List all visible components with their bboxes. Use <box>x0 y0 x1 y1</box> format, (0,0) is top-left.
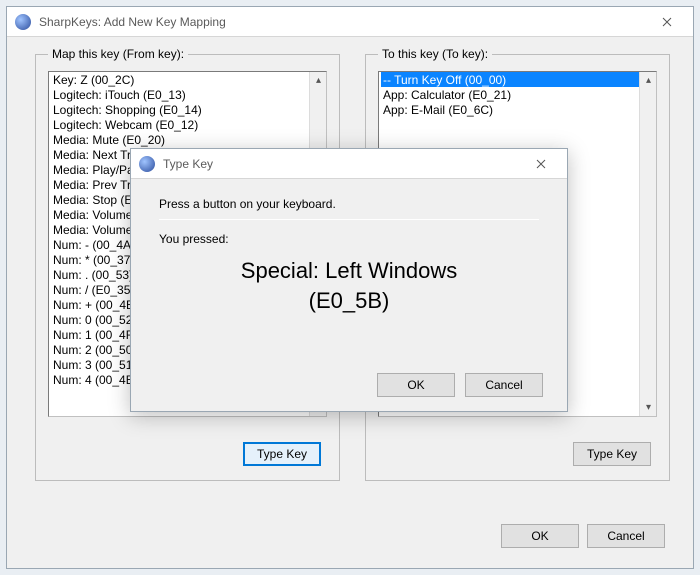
pressed-line1: Special: Left Windows <box>159 256 539 286</box>
close-icon[interactable] <box>518 149 563 179</box>
from-type-key-button[interactable]: Type Key <box>243 442 321 466</box>
list-item[interactable]: Key: Z (00_2C) <box>51 72 309 87</box>
to-type-key-button[interactable]: Type Key <box>573 442 651 466</box>
divider <box>159 219 539 220</box>
scrollbar[interactable]: ▴ ▾ <box>639 72 656 416</box>
ok-button[interactable]: OK <box>501 524 579 548</box>
modal-cancel-button[interactable]: Cancel <box>465 373 543 397</box>
from-group-label: Map this key (From key): <box>48 47 188 61</box>
list-item[interactable]: App: Calculator (E0_21) <box>381 87 639 102</box>
list-item[interactable]: Logitech: Shopping (E0_14) <box>51 102 309 117</box>
list-item[interactable]: App: E-Mail (E0_6C) <box>381 102 639 117</box>
list-item[interactable]: Logitech: Webcam (E0_12) <box>51 117 309 132</box>
modal-titlebar[interactable]: Type Key <box>131 149 567 179</box>
modal-buttons: OK Cancel <box>377 373 543 397</box>
pressed-key-display: Special: Left Windows (E0_5B) <box>159 256 539 316</box>
list-item[interactable]: -- Turn Key Off (00_00) <box>381 72 639 87</box>
scroll-up-icon[interactable]: ▴ <box>310 72 327 89</box>
main-titlebar[interactable]: SharpKeys: Add New Key Mapping <box>7 7 693 37</box>
to-group-label: To this key (To key): <box>378 47 492 61</box>
app-icon <box>139 156 155 172</box>
pressed-line2: (E0_5B) <box>159 286 539 316</box>
scroll-down-icon[interactable]: ▾ <box>640 399 657 416</box>
modal-body: Press a button on your keyboard. You pre… <box>131 179 567 411</box>
pressed-label: You pressed: <box>159 232 539 246</box>
list-item[interactable]: Logitech: iTouch (E0_13) <box>51 87 309 102</box>
modal-ok-button[interactable]: OK <box>377 373 455 397</box>
type-key-dialog: Type Key Press a button on your keyboard… <box>130 148 568 412</box>
list-item[interactable]: Media: Mute (E0_20) <box>51 132 309 147</box>
close-icon[interactable] <box>644 7 689 37</box>
modal-instruction: Press a button on your keyboard. <box>159 197 539 211</box>
modal-title: Type Key <box>163 157 213 171</box>
app-icon <box>15 14 31 30</box>
scroll-up-icon[interactable]: ▴ <box>640 72 657 89</box>
cancel-button[interactable]: Cancel <box>587 524 665 548</box>
footer-buttons: OK Cancel <box>501 524 665 548</box>
main-title: SharpKeys: Add New Key Mapping <box>39 15 226 29</box>
